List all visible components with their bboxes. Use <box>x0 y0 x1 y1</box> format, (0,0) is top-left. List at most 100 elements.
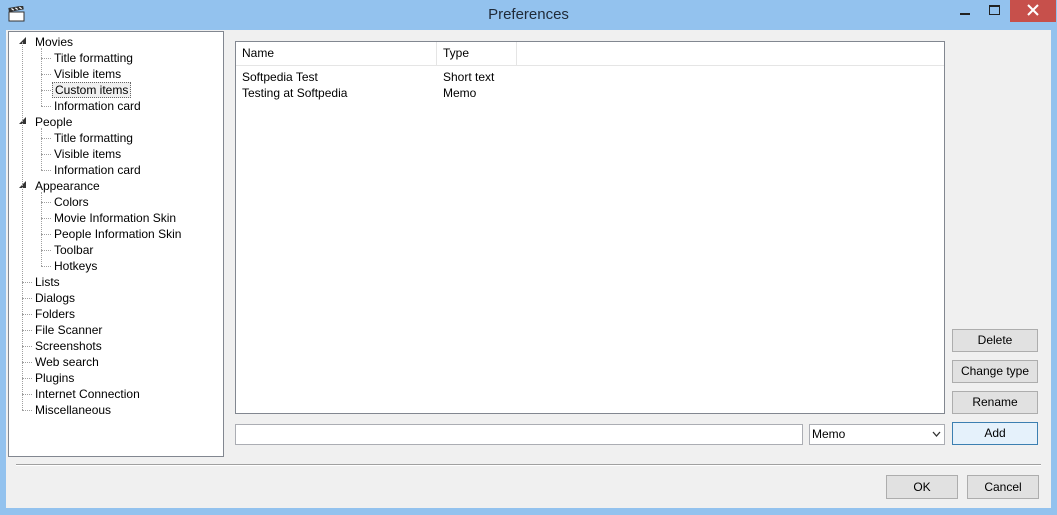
tree-connector <box>41 58 51 59</box>
tree-connector <box>22 378 32 379</box>
tree-connector <box>41 106 51 107</box>
maximize-button[interactable] <box>980 0 1008 22</box>
cancel-button[interactable]: Cancel <box>967 475 1039 499</box>
tree-item[interactable]: Movie Information Skin <box>52 210 178 226</box>
tree-item-label: People Information Skin <box>54 227 182 241</box>
tree-item-label: Hotkeys <box>54 259 98 273</box>
tree-connector <box>22 330 32 331</box>
tree-item[interactable]: Information card <box>52 162 143 178</box>
tree-connector <box>41 170 51 171</box>
tree-item[interactable]: Internet Connection <box>33 386 142 402</box>
tree-item-label: Miscellaneous <box>35 403 112 417</box>
tree-item[interactable]: Custom items <box>52 82 132 98</box>
tree-item-label: Movies <box>35 35 74 49</box>
tree-connector <box>22 362 32 363</box>
tree-item[interactable]: Folders <box>33 306 77 322</box>
list-row[interactable]: Softpedia Test Short text <box>236 69 944 85</box>
add-button[interactable]: Add <box>952 422 1038 445</box>
tree-item[interactable]: People Information Skin <box>52 226 183 242</box>
tree-connector <box>22 282 32 283</box>
item-name-input[interactable] <box>235 424 803 445</box>
tree-item[interactable]: Hotkeys <box>52 258 99 274</box>
item-type-select[interactable]: Memo <box>809 424 945 445</box>
expand-triangle-icon[interactable] <box>19 181 29 191</box>
tree-item-label: Custom items <box>52 82 132 98</box>
delete-button[interactable]: Delete <box>952 329 1038 352</box>
column-header-name[interactable]: Name <box>236 42 437 65</box>
tree-item-label: People <box>35 115 73 129</box>
row-name-cell: Testing at Softpedia <box>242 86 348 100</box>
tree-item[interactable]: Title formatting <box>52 130 135 146</box>
tree-item[interactable]: Lists <box>33 274 62 290</box>
tree-connector <box>41 250 51 251</box>
tree-connector <box>41 218 51 219</box>
chevron-down-icon[interactable] <box>932 425 941 451</box>
tree-item-label: Information card <box>54 99 141 113</box>
close-button[interactable] <box>1010 0 1056 22</box>
tree-item[interactable]: Plugins <box>33 370 76 386</box>
tree-item-label: Visible items <box>54 147 122 161</box>
tree-connector <box>22 346 32 347</box>
list-header: Name Type <box>236 42 944 66</box>
rename-button[interactable]: Rename <box>952 391 1038 414</box>
tree-connector <box>41 234 51 235</box>
preferences-tree[interactable]: Movies Title formatting Visible items Custo… <box>8 31 224 457</box>
window-title: Preferences <box>488 6 569 23</box>
minimize-button[interactable] <box>950 0 980 22</box>
close-icon <box>1027 3 1039 19</box>
tree-item[interactable]: Toolbar <box>52 242 95 258</box>
tree-item[interactable]: Visible items <box>52 66 123 82</box>
tree-item[interactable]: People <box>33 114 74 130</box>
tree-item[interactable]: Colors <box>52 194 91 210</box>
tree-item[interactable]: Appearance <box>33 178 102 194</box>
tree-item-label: Visible items <box>54 67 122 81</box>
row-name-cell: Softpedia Test <box>242 70 318 84</box>
tree-item[interactable]: Title formatting <box>52 50 135 66</box>
change-type-button[interactable]: Change type <box>952 360 1038 383</box>
tree-item[interactable]: Dialogs <box>33 290 77 306</box>
maximize-icon <box>988 4 1000 18</box>
dialog-client-area: Movies Title formatting Visible items Custo… <box>6 30 1051 508</box>
tree-item[interactable]: Miscellaneous <box>33 402 113 418</box>
tree-connector <box>41 138 51 139</box>
custom-items-list[interactable]: Name Type Softpedia Test Short text Test… <box>235 41 945 414</box>
tree-child-guide <box>41 128 42 170</box>
expand-triangle-icon[interactable] <box>19 117 29 127</box>
tree-child-guide <box>41 48 42 106</box>
row-type-cell: Short text <box>443 70 495 84</box>
tree-connector <box>22 314 32 315</box>
tree-item-label: Title formatting <box>54 131 133 145</box>
tree-item-label: Colors <box>54 195 89 209</box>
tree-connector <box>41 74 51 75</box>
tree-item-label: Dialogs <box>35 291 76 305</box>
tree-item-label: Toolbar <box>54 243 94 257</box>
tree-item-label: File Scanner <box>35 323 103 337</box>
tree-item-label: Plugins <box>35 371 75 385</box>
tree-connector <box>41 266 51 267</box>
tree-item[interactable]: File Scanner <box>33 322 104 338</box>
tree-item-label: Title formatting <box>54 51 133 65</box>
tree-item-label: Appearance <box>35 179 100 193</box>
tree-item-label: Web search <box>35 355 99 369</box>
title-bar[interactable]: Preferences <box>0 0 1057 30</box>
tree-item-label: Information card <box>54 163 141 177</box>
tree-item[interactable]: Information card <box>52 98 143 114</box>
tree-connector <box>22 394 32 395</box>
tree-child-guide <box>41 192 42 266</box>
minimize-icon <box>960 4 970 18</box>
tree-item-label: Screenshots <box>35 339 102 353</box>
tree-item-label: Lists <box>35 275 60 289</box>
ok-button[interactable]: OK <box>886 475 958 499</box>
tree-item-label: Internet Connection <box>35 387 140 401</box>
column-header-type[interactable]: Type <box>437 42 517 65</box>
list-row[interactable]: Testing at Softpedia Memo <box>236 85 944 101</box>
tree-item[interactable]: Screenshots <box>33 338 104 354</box>
expand-triangle-icon[interactable] <box>19 37 29 47</box>
tree-item[interactable]: Visible items <box>52 146 123 162</box>
tree-item[interactable]: Movies <box>33 34 75 50</box>
row-type-cell: Memo <box>443 86 477 100</box>
tree-connector <box>22 410 32 411</box>
footer-separator <box>16 464 1041 466</box>
tree-connector <box>41 90 51 91</box>
tree-item[interactable]: Web search <box>33 354 101 370</box>
